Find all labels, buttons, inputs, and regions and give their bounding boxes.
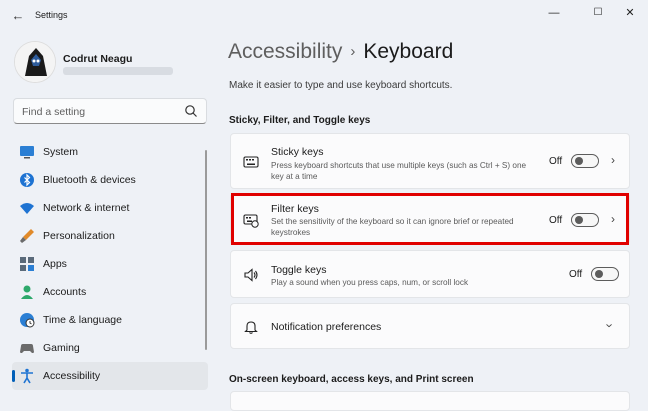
card-title: Toggle keys (271, 264, 327, 276)
notification-preferences-card[interactable]: Notification preferences › (230, 303, 630, 349)
keyboard-icon (243, 154, 259, 170)
card-title: Sticky keys (271, 146, 324, 158)
chevron-down-icon: › (602, 323, 618, 328)
sidebar-scrollbar[interactable] (205, 150, 207, 350)
filter-keys-toggle[interactable] (571, 213, 599, 227)
chevron-right-icon: › (350, 43, 356, 60)
sidebar-item-label: Personalization (43, 230, 115, 242)
sidebar-item-label: Time & language (43, 314, 122, 326)
gamepad-icon (19, 340, 35, 356)
chevron-right-icon: › (611, 212, 615, 226)
sidebar-item-label: Apps (43, 258, 67, 270)
sidebar-item-label: Accounts (43, 286, 87, 298)
section-heading: On-screen keyboard, access keys, and Pri… (229, 374, 474, 385)
page-title: Keyboard (363, 40, 454, 63)
toggle-keys-toggle[interactable] (591, 267, 619, 281)
sidebar-item-bluetooth[interactable]: Bluetooth & devices (12, 166, 208, 194)
active-indicator (12, 370, 15, 382)
sidebar-item-label: System (43, 146, 79, 158)
page-description: Make it easier to type and use keyboard … (229, 80, 453, 91)
sidebar-item-apps[interactable]: Apps (12, 250, 208, 278)
globe-clock-icon (19, 312, 35, 328)
toggle-state-label: Off (549, 156, 563, 167)
sidebar-item-personalization[interactable]: Personalization (12, 222, 208, 250)
bell-icon (243, 319, 259, 335)
sidebar-item-system[interactable]: System (12, 138, 208, 166)
toggle-state-label: Off (569, 269, 583, 280)
sidebar-item-label: Network & internet (43, 202, 130, 214)
sidebar-item-accounts[interactable]: Accounts (12, 278, 208, 306)
card-subtitle: Press keyboard shortcuts that use multip… (271, 161, 527, 181)
card-title: Notification preferences (271, 321, 382, 333)
card-title: Filter keys (271, 203, 319, 215)
avatar (14, 41, 56, 83)
card-subtitle: Play a sound when you press caps, num, o… (271, 278, 469, 287)
speaker-icon (243, 267, 259, 283)
chevron-right-icon: › (611, 153, 615, 167)
bluetooth-icon (19, 172, 35, 188)
person-icon (19, 284, 35, 300)
sticky-keys-card[interactable]: Sticky keys Press keyboard shortcuts tha… (230, 133, 630, 189)
search-placeholder: Find a setting (22, 106, 86, 118)
next-card-partial[interactable] (230, 391, 630, 411)
apps-icon (19, 256, 35, 272)
breadcrumb: Accessibility › Keyboard (228, 40, 453, 64)
user-name: Codrut Neagu (63, 53, 133, 65)
minimize-button[interactable]: — (540, 4, 568, 22)
filter-keyboard-icon (243, 212, 259, 228)
title-bar: ← Settings — ☐ ✕ (0, 0, 648, 32)
app-title: Settings (35, 10, 68, 20)
sidebar-item-accessibility[interactable]: Accessibility (12, 362, 208, 390)
section-heading: Sticky, Filter, and Toggle keys (229, 115, 371, 126)
toggle-knob (575, 157, 583, 165)
toggle-state-label: Off (549, 215, 563, 226)
close-button[interactable]: ✕ (616, 4, 644, 22)
maximize-button[interactable]: ☐ (584, 4, 612, 22)
sidebar-item-label: Gaming (43, 342, 80, 354)
toggle-keys-card[interactable]: Toggle keys Play a sound when you press … (230, 250, 630, 298)
filter-keys-card[interactable]: Filter keys Set the sensitivity of the k… (230, 193, 630, 245)
accessibility-icon (19, 368, 35, 384)
breadcrumb-parent[interactable]: Accessibility (228, 40, 342, 63)
sidebar-item-time-language[interactable]: Time & language (12, 306, 208, 334)
wifi-icon (19, 200, 35, 216)
monitor-icon (19, 144, 35, 160)
search-box[interactable]: Find a setting (13, 98, 207, 124)
card-subtitle: Set the sensitivity of the keyboard so i… (271, 217, 514, 237)
toggle-knob (575, 216, 583, 224)
sticky-keys-toggle[interactable] (571, 154, 599, 168)
brush-icon (19, 228, 35, 244)
search-icon[interactable] (184, 104, 198, 123)
sidebar-item-gaming[interactable]: Gaming (12, 334, 208, 362)
back-arrow-icon[interactable]: ← (8, 6, 28, 26)
sidebar-item-label: Accessibility (43, 370, 101, 382)
sidebar-nav: System Bluetooth & devices Network & int… (12, 138, 208, 390)
sidebar-item-label: Bluetooth & devices (43, 174, 136, 186)
toggle-knob (595, 270, 603, 278)
sidebar-item-network[interactable]: Network & internet (12, 194, 208, 222)
user-email-blurred (63, 67, 173, 75)
